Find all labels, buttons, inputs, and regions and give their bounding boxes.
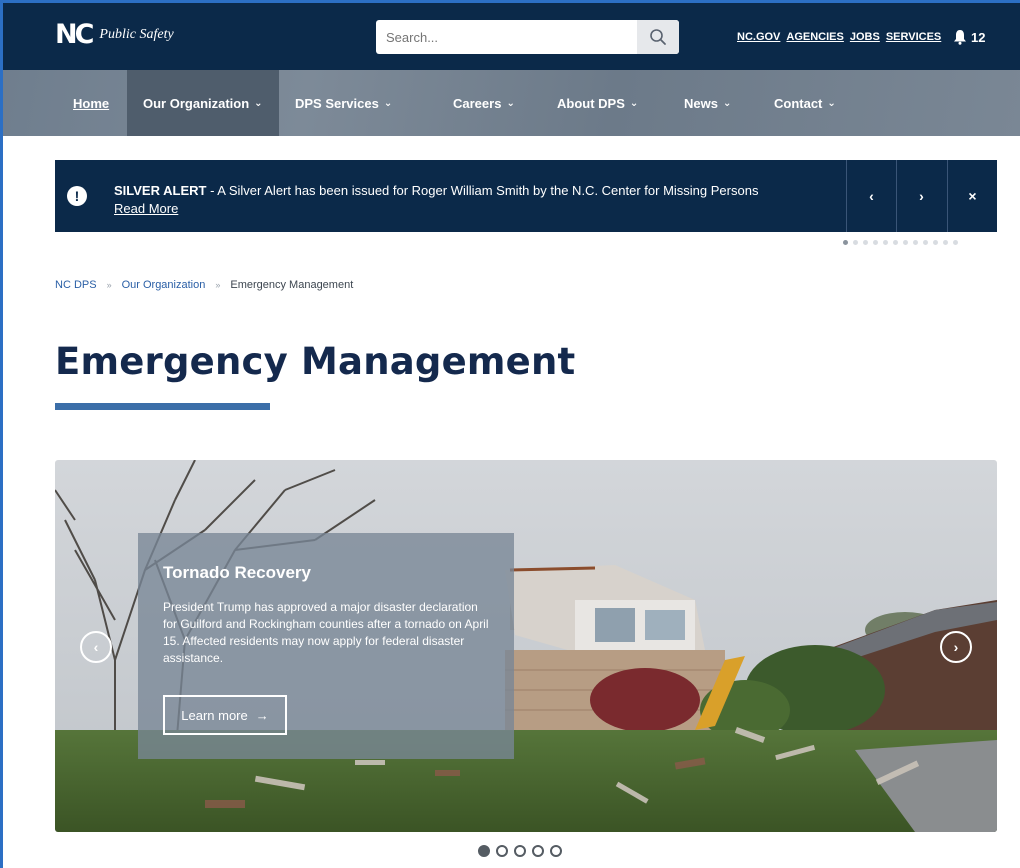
alert-dot[interactable] bbox=[943, 240, 948, 245]
hero-dot[interactable] bbox=[514, 845, 526, 857]
silver-alert-banner: ! SILVER ALERT - A Silver Alert has been… bbox=[55, 160, 997, 232]
utility-links: NC.GOV AGENCIES JOBS SERVICES bbox=[737, 31, 941, 43]
nav-label-about-dps: About DPS bbox=[557, 95, 625, 111]
alert-read-more-link[interactable]: Read More bbox=[114, 201, 178, 216]
hero-pagination bbox=[478, 845, 562, 857]
search-box bbox=[376, 20, 679, 54]
nav-label-contact: Contact bbox=[774, 95, 823, 111]
breadcrumb: NC DPS » Our Organization » Emergency Ma… bbox=[55, 279, 353, 291]
arrow-right-icon: → bbox=[255, 707, 269, 723]
breadcrumb-link-our-organization[interactable]: Our Organization bbox=[122, 279, 206, 291]
notifications-button[interactable]: 12 bbox=[953, 29, 985, 45]
alert-dot[interactable] bbox=[863, 240, 868, 245]
chevron-left-icon: ‹ bbox=[93, 639, 99, 655]
search-icon bbox=[650, 29, 666, 45]
hero-title: Tornado Recovery bbox=[163, 563, 312, 582]
nav-item-news[interactable]: News ⌄ bbox=[684, 70, 731, 136]
alert-dot[interactable] bbox=[893, 240, 898, 245]
alert-dot[interactable] bbox=[873, 240, 878, 245]
notification-count: 12 bbox=[971, 29, 986, 45]
hero-dot[interactable] bbox=[532, 845, 544, 857]
alert-icon-zone: ! bbox=[55, 160, 99, 232]
alert-close-button[interactable]: × bbox=[947, 160, 997, 232]
hero-dot[interactable] bbox=[550, 845, 562, 857]
page-title: Emergency Management bbox=[55, 340, 576, 383]
breadcrumb-current: Emergency Management bbox=[230, 279, 354, 291]
hero-prev-button[interactable]: ‹ bbox=[80, 631, 112, 663]
util-link-services[interactable]: SERVICES bbox=[886, 31, 941, 43]
breadcrumb-separator-icon: » bbox=[106, 280, 112, 290]
nav-label-our-organization: Our Organization bbox=[143, 95, 250, 111]
hero-description: President Trump has approved a major dis… bbox=[163, 600, 489, 665]
breadcrumb-separator-icon: » bbox=[215, 280, 221, 290]
hero-carousel: Tornado Recovery President Trump has app… bbox=[55, 460, 997, 832]
hero-next-button[interactable]: › bbox=[940, 631, 972, 663]
chevron-down-icon: ⌄ bbox=[827, 97, 836, 109]
logo-mark: NC bbox=[55, 19, 94, 50]
nav-label-dps-services: DPS Services bbox=[295, 95, 379, 111]
alert-dot[interactable] bbox=[933, 240, 938, 245]
util-link-agencies[interactable]: AGENCIES bbox=[786, 31, 843, 43]
util-link-ncgov[interactable]: NC.GOV bbox=[737, 31, 780, 43]
nav-item-contact[interactable]: Contact ⌄ bbox=[774, 70, 836, 136]
chevron-right-icon: › bbox=[953, 639, 959, 655]
alert-dot[interactable] bbox=[953, 240, 958, 245]
alert-dot[interactable] bbox=[853, 240, 858, 245]
alert-text: SILVER ALERT - A Silver Alert has been i… bbox=[114, 182, 874, 218]
alert-pagination bbox=[843, 240, 958, 245]
close-icon: × bbox=[968, 188, 977, 204]
exclamation-icon: ! bbox=[67, 186, 87, 206]
nav-item-dps-services[interactable]: DPS Services ⌄ bbox=[295, 70, 392, 136]
chevron-down-icon: ⌄ bbox=[629, 97, 639, 109]
title-underline bbox=[55, 403, 270, 410]
nav-item-about-dps[interactable]: About DPS ⌄ bbox=[557, 70, 638, 136]
hero-dot[interactable] bbox=[478, 845, 490, 857]
main-nav: Home Our Organization ⌄ DPS Services ⌄ C… bbox=[3, 70, 1020, 136]
chevron-left-icon: ‹ bbox=[869, 188, 874, 204]
nav-label-news: News bbox=[684, 95, 718, 111]
breadcrumb-link-nc-dps[interactable]: NC DPS bbox=[55, 279, 97, 291]
nc-logo[interactable]: NC Public Safety bbox=[55, 21, 174, 48]
bell-icon bbox=[954, 30, 966, 45]
nav-label-home: Home bbox=[73, 95, 110, 111]
nav-item-careers[interactable]: Careers ⌄ bbox=[453, 70, 515, 136]
nav-label-careers: Careers bbox=[453, 95, 502, 111]
alert-prev-button[interactable]: ‹ bbox=[846, 160, 896, 232]
nav-item-home[interactable]: Home bbox=[73, 70, 109, 136]
chevron-right-icon: › bbox=[919, 188, 924, 204]
util-link-jobs[interactable]: JOBS bbox=[850, 31, 880, 43]
hero-caption-card: Tornado Recovery President Trump has app… bbox=[138, 533, 514, 759]
alert-dot[interactable] bbox=[843, 240, 848, 245]
alert-message: - A Silver Alert has been issued for Rog… bbox=[206, 183, 759, 198]
search-button[interactable] bbox=[637, 20, 679, 54]
alert-title: SILVER ALERT bbox=[114, 183, 207, 198]
top-header: NC Public Safety NC.GOV AGENCIES JOBS SE… bbox=[3, 3, 1020, 70]
hero-dot[interactable] bbox=[496, 845, 508, 857]
alert-dot[interactable] bbox=[903, 240, 908, 245]
search-input[interactable] bbox=[376, 20, 637, 54]
alert-dot[interactable] bbox=[923, 240, 928, 245]
alert-dot[interactable] bbox=[883, 240, 888, 245]
alert-next-button[interactable]: › bbox=[896, 160, 946, 232]
chevron-down-icon: ⌄ bbox=[383, 97, 393, 109]
chevron-down-icon: ⌄ bbox=[722, 97, 732, 109]
nav-item-our-organization[interactable]: Our Organization ⌄ bbox=[127, 70, 279, 136]
learn-more-button[interactable]: Learn more → bbox=[163, 695, 287, 735]
chevron-down-icon: ⌄ bbox=[254, 97, 263, 109]
alert-dot[interactable] bbox=[913, 240, 918, 245]
learn-more-label: Learn more bbox=[181, 707, 248, 723]
chevron-down-icon: ⌄ bbox=[506, 97, 515, 109]
logo-text: Public Safety bbox=[99, 26, 174, 42]
